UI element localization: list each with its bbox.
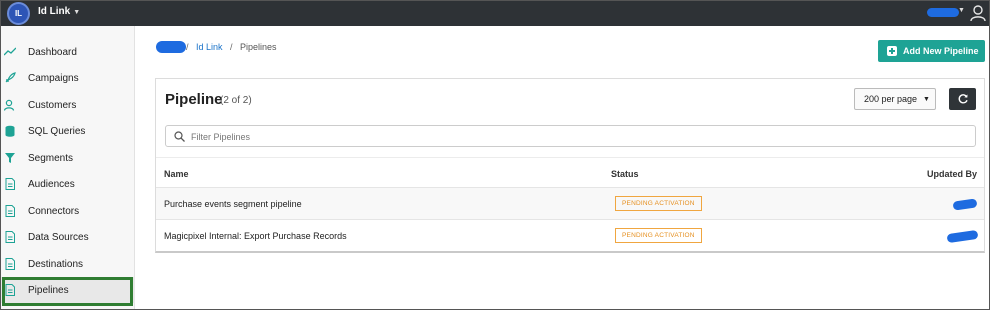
rocket-icon (5, 72, 16, 83)
caret-down-icon[interactable]: ▼ (958, 7, 965, 14)
per-page-value: 200 per page (864, 94, 918, 104)
document-icon (5, 205, 15, 217)
column-header-updated-by[interactable]: Updated By (927, 169, 977, 179)
sidebar-item-label: Destinations (28, 258, 84, 270)
caret-down-icon: ▼ (73, 9, 81, 16)
app-switcher[interactable]: Id Link ▼ (38, 6, 80, 17)
status-badge: PENDING ACTIVATION (615, 196, 702, 211)
sidebar-item-label: Campaigns (28, 72, 79, 84)
database-icon (5, 125, 15, 137)
sidebar-item-label: Customers (28, 99, 77, 111)
sidebar-item-sql-queries[interactable]: SQL Queries (1, 118, 135, 144)
sidebar: Dashboard Campaigns Customers SQL Querie… (1, 26, 135, 309)
result-count: (2 of 2) (220, 95, 252, 106)
breadcrumb-root-redacted[interactable] (156, 41, 186, 53)
app-name: Id Link (38, 6, 71, 17)
sidebar-item-label: SQL Queries (28, 125, 86, 137)
active-item-highlight (2, 277, 133, 306)
user-search-icon (4, 99, 15, 111)
pipeline-name[interactable]: Magicpixel Internal: Export Purchase Rec… (164, 231, 347, 241)
breadcrumb-separator: / (186, 42, 189, 52)
status-badge: PENDING ACTIVATION (615, 228, 702, 243)
refresh-icon (958, 94, 968, 104)
filter-icon (5, 153, 15, 163)
breadcrumb-current: Pipelines (240, 42, 277, 52)
sidebar-item-label: Audiences (28, 178, 75, 190)
sidebar-item-customers[interactable]: Customers (1, 92, 135, 118)
sidebar-item-dashboard[interactable]: Dashboard (1, 39, 135, 65)
sidebar-item-label: Dashboard (28, 46, 77, 58)
add-button-label: Add New Pipeline (903, 46, 979, 56)
filter-box (165, 125, 976, 147)
top-bar: IL Id Link ▼ ▼ (1, 1, 989, 26)
document-icon (5, 231, 15, 243)
breadcrumb-link[interactable]: Id Link (196, 42, 223, 52)
breadcrumb-separator: / (230, 42, 233, 52)
user-icon[interactable] (970, 4, 986, 22)
user-name-redacted[interactable] (927, 8, 959, 17)
sidebar-item-connectors[interactable]: Connectors (1, 198, 135, 224)
sidebar-item-campaigns[interactable]: Campaigns (1, 65, 135, 91)
add-new-pipeline-button[interactable]: Add New Pipeline (878, 40, 985, 62)
line-chart-icon (4, 47, 16, 56)
column-header-name[interactable]: Name (164, 169, 189, 179)
column-header-status[interactable]: Status (611, 169, 639, 179)
sidebar-item-label: Connectors (28, 205, 80, 217)
search-icon (174, 131, 185, 142)
table-header: Name Status Updated By (156, 157, 984, 187)
pipeline-name[interactable]: Purchase events segment pipeline (164, 199, 302, 209)
sidebar-item-segments[interactable]: Segments (1, 145, 135, 171)
document-icon (5, 258, 15, 270)
plus-square-icon (887, 46, 897, 56)
table-row[interactable]: Magicpixel Internal: Export Purchase Rec… (156, 219, 984, 251)
page-title: Pipeline (165, 91, 223, 108)
pipeline-card: Pipeline (2 of 2) 200 per page ▼ Name Sta… (155, 78, 985, 253)
filter-input[interactable] (191, 129, 951, 144)
caret-down-icon: ▼ (923, 95, 930, 103)
per-page-select[interactable]: 200 per page ▼ (854, 88, 936, 110)
sidebar-item-audiences[interactable]: Audiences (1, 171, 135, 197)
app-logo[interactable]: IL (7, 2, 30, 25)
sidebar-item-destinations[interactable]: Destinations (1, 251, 135, 277)
refresh-button[interactable] (949, 88, 976, 110)
sidebar-item-data-sources[interactable]: Data Sources (1, 224, 135, 250)
updated-by-redacted (952, 198, 978, 211)
sidebar-item-label: Segments (28, 152, 74, 164)
document-icon (5, 178, 15, 190)
table-row[interactable]: Purchase events segment pipeline PENDING… (156, 187, 984, 219)
updated-by-redacted (946, 229, 979, 244)
sidebar-item-label: Data Sources (28, 231, 89, 243)
